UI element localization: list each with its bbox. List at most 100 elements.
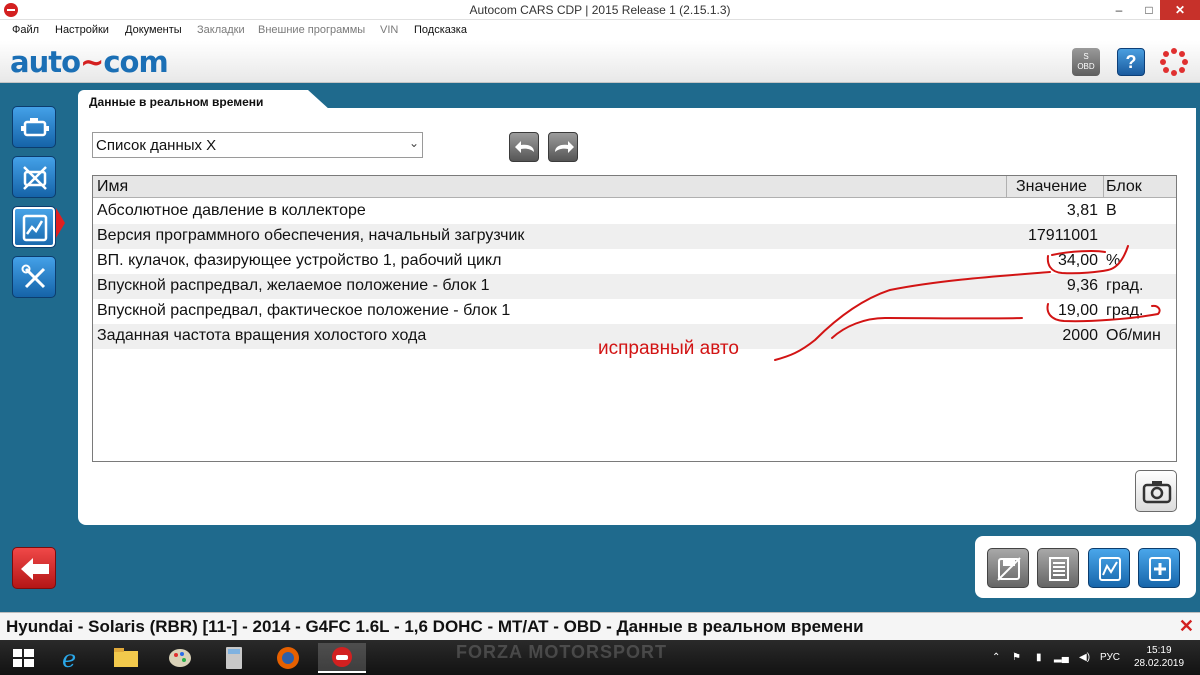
- table-row[interactable]: Впускной распредвал, желаемое положение …: [93, 274, 1176, 299]
- table-header: Имя Значение Блок: [93, 176, 1176, 198]
- row-value: 19,00: [1057, 302, 1098, 319]
- screenshot-button[interactable]: [1135, 470, 1177, 512]
- taskbar-firefox[interactable]: [264, 643, 312, 673]
- row-value: 2000: [1062, 327, 1098, 344]
- clear-errors-button[interactable]: [12, 156, 56, 198]
- row-unit: град.: [1106, 277, 1144, 294]
- row-value: 3,81: [1066, 202, 1098, 219]
- taskbar-paint[interactable]: [156, 643, 204, 673]
- graph-view-button[interactable]: [1088, 548, 1130, 588]
- paint-icon: [169, 649, 191, 667]
- taskbar-autocom[interactable]: [318, 643, 366, 673]
- menu-file[interactable]: Файл: [12, 24, 39, 36]
- row-name: Впускной распредвал, желаемое положение …: [97, 277, 490, 294]
- row-name: Абсолютное давление в коллекторе: [97, 202, 366, 219]
- chevron-down-icon: ⌄: [408, 136, 419, 150]
- list-icon: [1049, 557, 1069, 581]
- menu-vin[interactable]: VIN: [380, 24, 398, 36]
- row-unit: В: [1106, 202, 1117, 219]
- live-data-table: Имя Значение Блок Абсолютное давление в …: [92, 175, 1177, 462]
- column-header-name[interactable]: Имя: [97, 178, 128, 196]
- engine-module-button[interactable]: [12, 106, 56, 148]
- camera-icon: [1142, 481, 1172, 504]
- row-value: 9,36: [1066, 277, 1098, 294]
- menu-bookmarks[interactable]: Закладки: [197, 24, 245, 36]
- windows-logo-icon: [13, 649, 34, 667]
- tray-chevron-icon[interactable]: ⌃: [992, 652, 1000, 663]
- minimize-button[interactable]: –: [1106, 0, 1132, 20]
- folder-icon: [114, 648, 138, 667]
- row-value: 34,00: [1057, 252, 1098, 269]
- vehicle-info: Hyundai - Solaris (RBR) [11-] - 2014 - G…: [6, 617, 864, 636]
- active-pointer-icon: [56, 208, 65, 238]
- vehicle-status-bar: Hyundai - Solaris (RBR) [11-] - 2014 - G…: [0, 612, 1200, 640]
- row-name: Впускной распредвал, фактическое положен…: [97, 302, 511, 319]
- menu-external-programs[interactable]: Внешние программы: [258, 24, 365, 36]
- menu-settings[interactable]: Настройки: [55, 24, 109, 36]
- previous-list-button[interactable]: [509, 132, 539, 162]
- windows-taskbar: FORZA MOTORSPORT e ⌃ ⚑ ▮ ▂▄ ◀) РУС 15:19…: [0, 640, 1200, 675]
- data-list-select-value: Список данных X: [96, 137, 217, 154]
- obd-button[interactable]: S OBD: [1072, 48, 1100, 76]
- engine-crossed-icon: [23, 166, 47, 190]
- graph-icon: [1099, 557, 1121, 581]
- row-name: Заданная частота вращения холостого хода: [97, 327, 427, 344]
- table-row[interactable]: ВП. кулачок, фазирующее устройство 1, ра…: [93, 249, 1176, 274]
- taskbar-ie[interactable]: e: [48, 643, 96, 673]
- tray-language[interactable]: РУС: [1100, 652, 1120, 663]
- table-row[interactable]: Абсолютное давление в коллекторе 3,81 В: [93, 199, 1176, 224]
- taskbar-explorer[interactable]: [102, 643, 150, 673]
- data-list-select[interactable]: Список данных X ⌄: [92, 132, 423, 158]
- menu-help[interactable]: Подсказка: [414, 24, 467, 36]
- tray-flag-icon[interactable]: ⚑: [1012, 652, 1021, 663]
- column-header-value[interactable]: Значение: [1016, 178, 1087, 196]
- column-header-unit[interactable]: Блок: [1106, 178, 1142, 196]
- floppy-crossed-icon: [997, 557, 1021, 581]
- table-row[interactable]: Версия программного обеспечения, начальн…: [93, 224, 1176, 249]
- row-unit: град.: [1106, 302, 1144, 319]
- module-plus-icon: [1149, 557, 1171, 581]
- close-button[interactable]: ✕: [1160, 0, 1200, 20]
- tray-clock[interactable]: 15:19 28.02.2019: [1134, 644, 1184, 670]
- tray-battery-icon[interactable]: ▮: [1036, 652, 1042, 663]
- svg-text:e: e: [62, 645, 76, 673]
- calculator-icon: [226, 647, 242, 669]
- internet-explorer-icon: e: [62, 645, 76, 673]
- arrow-back-icon: [515, 141, 534, 153]
- menu-documents[interactable]: Документы: [125, 24, 182, 36]
- annotation-text: исправный авто: [598, 338, 739, 359]
- start-button[interactable]: [0, 643, 48, 673]
- data-chart-icon: [22, 214, 48, 242]
- row-name: ВП. кулачок, фазирующее устройство 1, ра…: [97, 252, 502, 269]
- app-header: auto~com S OBD ?: [0, 41, 1200, 83]
- loading-dots-icon: [1160, 48, 1188, 76]
- data-list-button[interactable]: [1037, 548, 1079, 588]
- wallpaper-text: FORZA MOTORSPORT: [456, 642, 667, 662]
- arrow-forward-icon: [555, 141, 574, 153]
- tray-volume-icon[interactable]: ◀): [1079, 652, 1090, 663]
- wrench-screwdriver-icon: [21, 264, 46, 289]
- firefox-icon: [277, 647, 299, 669]
- module-info-button[interactable]: [1138, 548, 1180, 588]
- back-button[interactable]: [12, 547, 56, 589]
- window-title-bar: Autocom CARS CDP | 2015 Release 1 (2.15.…: [0, 0, 1200, 20]
- live-data-button[interactable]: [12, 206, 56, 248]
- row-unit: Об/мин: [1106, 327, 1161, 344]
- maximize-button[interactable]: □: [1136, 0, 1162, 20]
- live-data-tab[interactable]: Данные в реальном времени: [78, 90, 330, 110]
- next-list-button[interactable]: [548, 132, 578, 162]
- menu-bar: Файл Настройки Документы Закладки Внешни…: [0, 20, 1200, 41]
- taskbar-calculator[interactable]: [210, 643, 258, 673]
- table-row[interactable]: Впускной распредвал, фактическое положен…: [93, 299, 1176, 324]
- status-close-icon[interactable]: ✕: [1179, 616, 1194, 637]
- save-disabled-button[interactable]: [987, 548, 1029, 588]
- service-tools-button[interactable]: [12, 256, 56, 298]
- arrow-left-icon: [21, 558, 49, 580]
- tray-network-icon[interactable]: ▂▄: [1054, 652, 1069, 663]
- window-title: Autocom CARS CDP | 2015 Release 1 (2.15.…: [469, 3, 731, 17]
- row-name: Версия программного обеспечения, начальн…: [97, 227, 525, 244]
- help-button[interactable]: ?: [1117, 48, 1145, 76]
- row-value: 17911001: [1028, 227, 1098, 244]
- autocom-logo: auto~com: [10, 45, 169, 79]
- autocom-app-icon: [332, 647, 352, 667]
